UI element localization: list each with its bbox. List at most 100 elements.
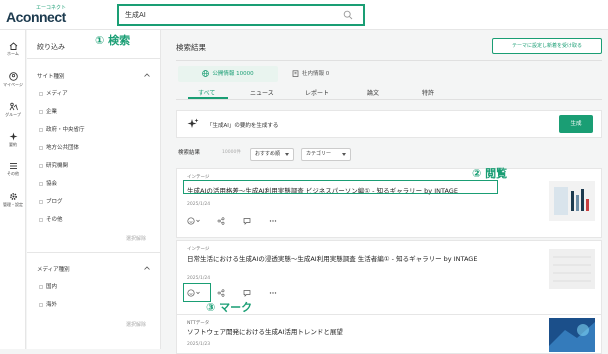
filter-panel: 絞り込み サイト種別 メディア 企業 政府・中央省庁 地方公共団体 研究機関 協…	[27, 30, 161, 349]
media-option-label: 国内	[46, 284, 58, 290]
tab-public-info[interactable]: 公開情報 10000	[178, 66, 278, 82]
filter-title: 絞り込み	[37, 43, 65, 51]
subscribe-theme-button[interactable]: テーマに設定し新着を受け取る	[492, 38, 602, 54]
thumbnail-image[interactable]	[549, 318, 595, 352]
building-icon	[292, 70, 299, 77]
nav-summary-label: 要約	[9, 142, 17, 147]
chevron-up-icon[interactable]	[144, 266, 150, 270]
thumbnail-image[interactable]	[549, 181, 595, 221]
divider	[27, 58, 161, 59]
tab-news[interactable]: ニュース	[250, 88, 274, 97]
site-option-label: メディア	[46, 91, 68, 97]
search-box[interactable]: 生成AI	[117, 4, 365, 26]
nav-settings-label: 管理・設定	[3, 202, 23, 207]
site-option-research[interactable]: 研究機関	[39, 161, 68, 169]
share-icon[interactable]	[217, 217, 225, 225]
nav-other-label: その他	[7, 171, 19, 176]
ai-summary-panel: 「生成AI」の要約を生成する 生成	[176, 110, 602, 138]
site-option-label: 企業	[46, 109, 58, 115]
tab-paper[interactable]: 論文	[367, 88, 379, 97]
mark-reaction-icon[interactable]	[187, 217, 201, 225]
site-option-government[interactable]: 政府・中央省庁	[39, 125, 85, 133]
site-option-label: 政府・中央省庁	[46, 127, 85, 133]
divider	[176, 99, 602, 100]
card-date: 2025/1/24	[187, 202, 211, 207]
card-source: インテージ	[187, 247, 210, 252]
card-source: NTTデータ	[187, 321, 210, 326]
chevron-up-icon[interactable]	[144, 73, 150, 77]
nav-other[interactable]: その他	[0, 162, 26, 177]
nav-group[interactable]: グループ	[0, 102, 26, 118]
tab-internal-label: 社内情報 0	[302, 71, 330, 77]
site-option-company[interactable]: 企業	[39, 107, 57, 115]
site-option-blog[interactable]: ブログ	[39, 197, 63, 205]
caret-down-icon	[342, 153, 346, 156]
nav-mypage[interactable]: マイページ	[0, 72, 26, 88]
card-title-link[interactable]: 日常生活における生成AIの浸透実態〜生成AI利用実態調査 生活者編① - 知るギ…	[187, 255, 507, 264]
gear-icon	[9, 193, 17, 200]
result-card[interactable]: インテージ 生成AIの活用格差〜生成AI利用実態調査 ビジネスパーソン編① - …	[176, 168, 602, 238]
site-clear-link[interactable]: 選択解除	[126, 235, 146, 242]
media-clear-link[interactable]: 選択解除	[126, 321, 146, 328]
media-option-label: 海外	[46, 302, 58, 308]
nav-summary[interactable]: 要約	[0, 132, 26, 148]
page-title: 検索結果	[176, 43, 206, 52]
site-option-label: ブログ	[46, 199, 63, 205]
user-icon	[8, 72, 18, 81]
nav-group-label: グループ	[5, 112, 21, 117]
divider	[27, 252, 161, 253]
comment-icon[interactable]	[243, 289, 251, 297]
site-option-label: その他	[46, 217, 63, 223]
sort-order-select[interactable]: おすすめ順	[250, 148, 294, 161]
media-option-domestic[interactable]: 国内	[39, 282, 57, 290]
site-type-heading[interactable]: サイト種別	[37, 72, 65, 80]
sparkle-icon	[187, 118, 199, 128]
annotation-search: ① 検索	[95, 34, 131, 47]
search-icon[interactable]	[343, 10, 353, 20]
tab-public-label: 公開情報 10000	[212, 71, 254, 77]
divider	[176, 60, 602, 61]
tab-report[interactable]: レポート	[305, 88, 329, 97]
annotation-read: ② 閲覧	[472, 167, 508, 180]
home-icon	[9, 42, 17, 50]
thumbnail-image[interactable]	[549, 249, 595, 289]
site-option-media[interactable]: メディア	[39, 89, 68, 97]
comment-icon[interactable]	[243, 217, 251, 225]
card-title-link[interactable]: ソフトウェア開発における生成AI活用トレンドと展望	[187, 328, 507, 337]
generate-button[interactable]: 生成	[559, 115, 593, 133]
results-label: 検索結果	[178, 150, 201, 156]
result-card[interactable]: NTTデータ ソフトウェア開発における生成AI活用トレンドと展望 2025/1/…	[176, 314, 602, 354]
media-option-overseas[interactable]: 海外	[39, 300, 57, 308]
annotation-mark: ③ マーク	[206, 301, 253, 314]
ai-summary-text: 「生成AI」の要約を生成する	[207, 123, 279, 129]
site-option-association[interactable]: 協会	[39, 179, 57, 187]
site-option-local-gov[interactable]: 地方公共団体	[39, 143, 79, 151]
search-input[interactable]: 生成AI	[125, 10, 146, 20]
tab-internal-info[interactable]: 社内情報 0	[292, 66, 372, 82]
nav-settings[interactable]: 管理・設定	[0, 192, 26, 208]
group-icon	[9, 102, 18, 111]
more-icon[interactable]	[269, 289, 277, 297]
sparkle-icon	[9, 132, 17, 141]
nav-mypage-label: マイページ	[3, 82, 23, 87]
category-select[interactable]: カテゴリー	[301, 148, 351, 161]
top-bar: エーコネクト Aconnect 生成AI	[0, 0, 608, 30]
results-count: 10000件	[222, 150, 241, 155]
generate-label: 生成	[570, 121, 582, 127]
menu-icon	[9, 163, 17, 169]
site-option-label: 協会	[46, 181, 58, 187]
site-option-label: 地方公共団体	[46, 145, 80, 151]
nav-home[interactable]: ホーム	[0, 42, 26, 57]
tab-patent[interactable]: 特許	[422, 88, 434, 97]
card-date: 2025/1/23	[187, 342, 211, 347]
globe-icon	[202, 70, 210, 77]
tab-all[interactable]: すべて	[198, 88, 215, 97]
more-icon[interactable]	[269, 217, 277, 225]
annotation-highlight-title	[183, 180, 498, 194]
media-type-heading[interactable]: メディア種別	[37, 265, 70, 273]
sort-order-value: おすすめ順	[255, 151, 281, 157]
nav-home-label: ホーム	[7, 51, 19, 56]
share-icon[interactable]	[217, 289, 225, 297]
category-value: カテゴリー	[306, 151, 332, 157]
site-option-other[interactable]: その他	[39, 215, 63, 223]
